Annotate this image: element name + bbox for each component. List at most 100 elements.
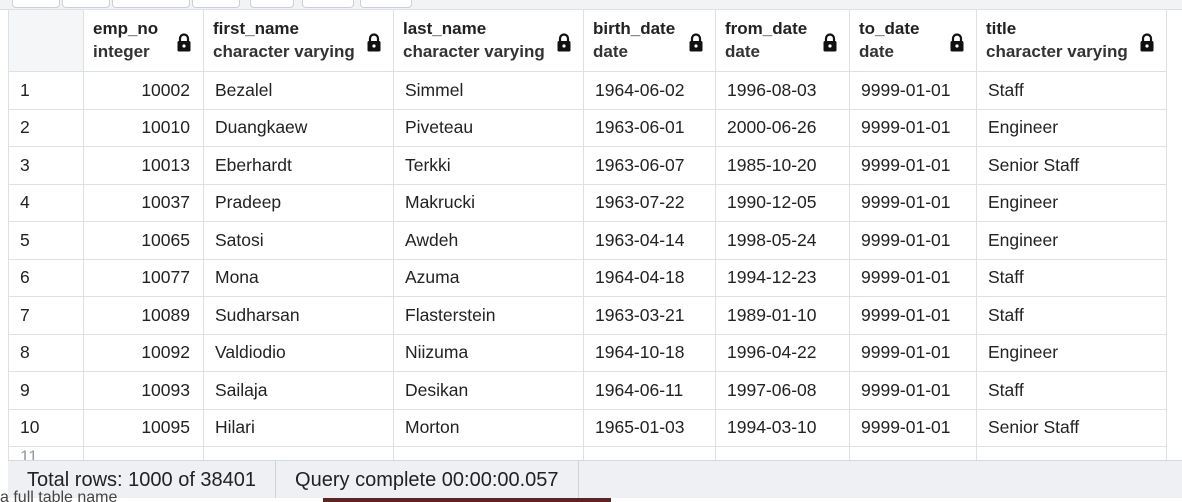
- cell-to-date[interactable]: 9999-01-01: [849, 408, 977, 447]
- cell-title[interactable]: Engineer: [976, 333, 1167, 372]
- cell-emp-no[interactable]: 10095: [83, 408, 204, 447]
- toolbar-button[interactable]: [12, 0, 60, 8]
- column-header-emp-no[interactable]: emp_no integer: [83, 9, 204, 72]
- cell-from-date[interactable]: 1997-06-08: [715, 371, 850, 410]
- cell-emp-no[interactable]: 10037: [83, 183, 204, 222]
- cell-last-name[interactable]: Desikan: [393, 371, 584, 410]
- cell-last-name[interactable]: Piveteau: [393, 108, 584, 147]
- cell-birth-date[interactable]: 1963-03-21: [583, 296, 716, 335]
- column-header-birth-date[interactable]: birth_date date: [583, 9, 716, 72]
- toolbar-button[interactable]: [302, 0, 354, 8]
- cell-from-date[interactable]: 1998-05-24: [715, 221, 850, 260]
- cell-last-name[interactable]: Morton: [393, 408, 584, 447]
- cell-birth-date[interactable]: 1965-01-03: [583, 408, 716, 447]
- row-number[interactable]: 7: [8, 296, 84, 335]
- cell-from-date[interactable]: 2000-06-26: [715, 108, 850, 147]
- cell-birth-date[interactable]: 1964-06-02: [583, 71, 716, 110]
- cell-title[interactable]: Engineer: [976, 221, 1167, 260]
- cell-to-date[interactable]: 9999-01-01: [849, 183, 977, 222]
- cell-emp-no[interactable]: 10077: [83, 258, 204, 297]
- row-number[interactable]: 10: [8, 408, 84, 447]
- row-number[interactable]: 4: [8, 183, 84, 222]
- cell-first-name[interactable]: Hilari: [203, 408, 394, 447]
- toolbar-button[interactable]: [360, 0, 412, 8]
- cell-birth-date[interactable]: 1963-07-22: [583, 183, 716, 222]
- table-row[interactable]: 8 10092 Valdiodio Niizuma 1964-10-18 199…: [8, 333, 1167, 372]
- cell-to-date[interactable]: 9999-01-01: [849, 71, 977, 110]
- cell-last-name[interactable]: Terkki: [393, 146, 584, 185]
- cell-to-date[interactable]: 9999-01-01: [849, 258, 977, 297]
- table-row[interactable]: 4 10037 Pradeep Makrucki 1963-07-22 1990…: [8, 183, 1167, 222]
- cell-last-name[interactable]: Simmel: [393, 71, 584, 110]
- toolbar-button[interactable]: [62, 0, 110, 8]
- table-row[interactable]: 9 10093 Sailaja Desikan 1964-06-11 1997-…: [8, 371, 1167, 410]
- cell-last-name[interactable]: Flasterstein: [393, 296, 584, 335]
- toolbar-button[interactable]: [250, 0, 294, 8]
- cell-title[interactable]: Senior Staff: [976, 146, 1167, 185]
- cell-to-date[interactable]: 9999-01-01: [849, 146, 977, 185]
- cell-birth-date[interactable]: 1964-06-11: [583, 371, 716, 410]
- cell-first-name[interactable]: Pradeep: [203, 183, 394, 222]
- cell-to-date[interactable]: 9999-01-01: [849, 371, 977, 410]
- cell-birth-date[interactable]: 1963-04-14: [583, 221, 716, 260]
- cell-emp-no[interactable]: 10065: [83, 221, 204, 260]
- cell-first-name[interactable]: Sudharsan: [203, 296, 394, 335]
- cell-title[interactable]: Staff: [976, 296, 1167, 335]
- cell-birth-date[interactable]: 1964-04-18: [583, 258, 716, 297]
- cell-last-name[interactable]: Niizuma: [393, 333, 584, 372]
- table-row[interactable]: 3 10013 Eberhardt Terkki 1963-06-07 1985…: [8, 146, 1167, 185]
- cell-first-name[interactable]: Sailaja: [203, 371, 394, 410]
- cell-from-date[interactable]: 1996-08-03: [715, 71, 850, 110]
- cell-first-name[interactable]: Satosi: [203, 221, 394, 260]
- cell-title[interactable]: Senior Staff: [976, 408, 1167, 447]
- table-row[interactable]: 6 10077 Mona Azuma 1964-04-18 1994-12-23…: [8, 258, 1167, 297]
- cell-last-name[interactable]: Azuma: [393, 258, 584, 297]
- column-header-first-name[interactable]: first_name character varying: [203, 9, 394, 72]
- cell-to-date[interactable]: 9999-01-01: [849, 296, 977, 335]
- cell-first-name[interactable]: Eberhardt: [203, 146, 394, 185]
- cell-emp-no[interactable]: 10013: [83, 146, 204, 185]
- table-row[interactable]: 1 10002 Bezalel Simmel 1964-06-02 1996-0…: [8, 71, 1167, 110]
- cell-emp-no[interactable]: 10089: [83, 296, 204, 335]
- cell-emp-no[interactable]: 10092: [83, 333, 204, 372]
- cell-emp-no[interactable]: 10002: [83, 71, 204, 110]
- row-number[interactable]: 6: [8, 258, 84, 297]
- column-header-title[interactable]: title character varying: [976, 9, 1167, 72]
- row-number[interactable]: 9: [8, 371, 84, 410]
- row-number[interactable]: 8: [8, 333, 84, 372]
- column-header-from-date[interactable]: from_date date: [715, 9, 850, 72]
- cell-title[interactable]: Staff: [976, 258, 1167, 297]
- cell-to-date[interactable]: 9999-01-01: [849, 108, 977, 147]
- cell-from-date[interactable]: 1985-10-20: [715, 146, 850, 185]
- table-row[interactable]: 5 10065 Satosi Awdeh 1963-04-14 1998-05-…: [8, 221, 1167, 260]
- cell-first-name[interactable]: Bezalel: [203, 71, 394, 110]
- cell-from-date[interactable]: 1990-12-05: [715, 183, 850, 222]
- cell-title[interactable]: Engineer: [976, 183, 1167, 222]
- cell-last-name[interactable]: Awdeh: [393, 221, 584, 260]
- table-row[interactable]: 10 10095 Hilari Morton 1965-01-03 1994-0…: [8, 408, 1167, 447]
- cell-to-date[interactable]: 9999-01-01: [849, 221, 977, 260]
- cell-from-date[interactable]: 1994-12-23: [715, 258, 850, 297]
- column-header-last-name[interactable]: last_name character varying: [393, 9, 584, 72]
- column-header-to-date[interactable]: to_date date: [849, 9, 977, 72]
- toolbar-button[interactable]: [112, 0, 190, 8]
- cell-to-date[interactable]: 9999-01-01: [849, 333, 977, 372]
- cell-last-name[interactable]: Makrucki: [393, 183, 584, 222]
- cell-first-name[interactable]: Valdiodio: [203, 333, 394, 372]
- table-row[interactable]: 7 10089 Sudharsan Flasterstein 1963-03-2…: [8, 296, 1167, 335]
- cell-title[interactable]: Staff: [976, 71, 1167, 110]
- cell-from-date[interactable]: 1994-03-10: [715, 408, 850, 447]
- cell-birth-date[interactable]: 1963-06-01: [583, 108, 716, 147]
- cell-title[interactable]: Staff: [976, 371, 1167, 410]
- cell-title[interactable]: Engineer: [976, 108, 1167, 147]
- row-number[interactable]: 5: [8, 221, 84, 260]
- cell-emp-no[interactable]: 10010: [83, 108, 204, 147]
- cell-first-name[interactable]: Duangkaew: [203, 108, 394, 147]
- row-number-header[interactable]: [8, 9, 84, 72]
- cell-from-date[interactable]: 1989-01-10: [715, 296, 850, 335]
- table-row[interactable]: 2 10010 Duangkaew Piveteau 1963-06-01 20…: [8, 108, 1167, 147]
- cell-first-name[interactable]: Mona: [203, 258, 394, 297]
- cell-from-date[interactable]: 1996-04-22: [715, 333, 850, 372]
- cell-birth-date[interactable]: 1964-10-18: [583, 333, 716, 372]
- row-number[interactable]: 2: [8, 108, 84, 147]
